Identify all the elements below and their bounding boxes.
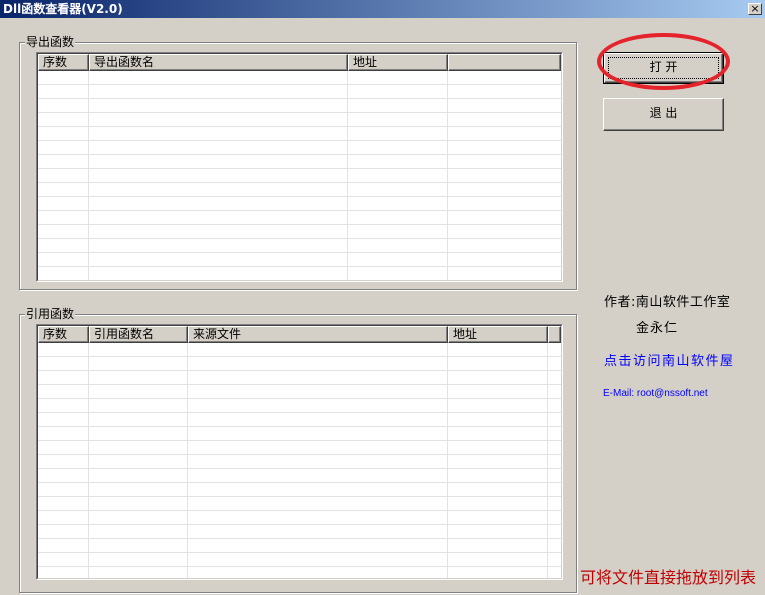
close-button[interactable]: × [748, 3, 762, 15]
column-header-export-name[interactable]: 导出函数名 [89, 54, 348, 71]
import-list-header: 序数 引用函数名 来源文件 地址 [38, 326, 561, 343]
grid-column [348, 71, 448, 280]
column-header-address[interactable]: 地址 [448, 326, 548, 343]
exit-button-face: 退 出 [603, 98, 724, 131]
grid-column [448, 71, 561, 280]
grid-column [89, 71, 348, 280]
open-button-face: 打 开 [604, 53, 723, 83]
column-header-ordinal[interactable]: 序数 [38, 54, 89, 71]
author-name: 金永仁 [636, 321, 679, 336]
window-title: Dll函数查看器(V2.0) [3, 2, 123, 16]
exit-button[interactable]: 退 出 [603, 98, 724, 131]
close-icon: × [750, 2, 760, 15]
column-header-ordinal[interactable]: 序数 [38, 326, 89, 343]
export-function-list[interactable]: 序数 导出函数名 地址 [36, 52, 563, 282]
grid-column [448, 343, 548, 578]
visit-website-link[interactable]: 点击访问南山软件屋 [604, 354, 733, 369]
column-header-filler [448, 54, 561, 71]
column-header-source-file[interactable]: 来源文件 [188, 326, 448, 343]
grid-column [38, 343, 89, 578]
import-list-frame: 序数 引用函数名 来源文件 地址 [37, 325, 562, 579]
title-bar[interactable]: Dll函数查看器(V2.0) × [0, 0, 765, 18]
export-group-label: 导出函数 [25, 35, 76, 49]
import-function-list[interactable]: 序数 引用函数名 来源文件 地址 [36, 324, 563, 580]
column-header-filler [548, 326, 561, 343]
export-list-header: 序数 导出函数名 地址 [38, 54, 561, 71]
column-header-import-name[interactable]: 引用函数名 [89, 326, 188, 343]
grid-column [89, 343, 188, 578]
email-link[interactable]: E-Mail: root@nssoft.net [603, 388, 708, 400]
export-list-body[interactable] [38, 71, 561, 280]
open-button[interactable]: 打 开 [603, 52, 724, 84]
grid-column [188, 343, 448, 578]
drag-drop-hint: 可将文件直接拖放到列表 [580, 568, 757, 587]
import-group-label: 引用函数 [25, 307, 76, 321]
exit-button-label: 退 出 [649, 106, 678, 120]
column-header-address[interactable]: 地址 [348, 54, 448, 71]
author-label: 作者:南山软件工作室 [604, 295, 731, 310]
import-list-body[interactable] [38, 343, 561, 578]
export-list-frame: 序数 导出函数名 地址 [37, 53, 562, 281]
focus-rect [608, 57, 719, 79]
grid-column [38, 71, 89, 280]
grid-column [548, 343, 561, 578]
